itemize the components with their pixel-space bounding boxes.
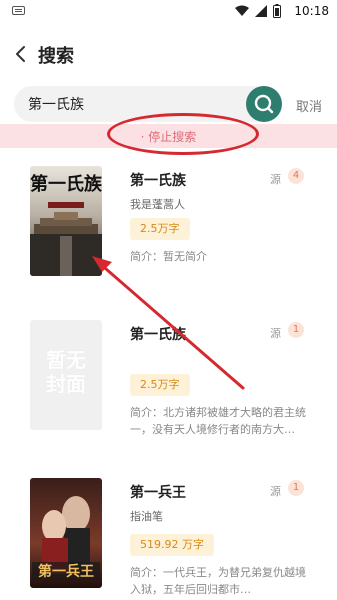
result-item[interactable]: 第一兵王 第一兵王 源 1 指油笔 519.92 万字 简介：一代兵王，为替兄弟… <box>0 478 337 600</box>
book-title: 第一氏族 <box>130 173 186 189</box>
result-item[interactable]: 暂无封面 第一氏族 源 1 2.5万字 简介：北方诸邦被雄才大略的君主统一，没有… <box>0 320 337 470</box>
book-intro: 简介：暂无简介 <box>130 250 207 263</box>
book-author: 我是蓬蒿人 <box>130 198 185 211</box>
book-title: 第一氏族 <box>130 327 186 343</box>
book-intro: 简介：一代兵王，为替兄弟复仇越境入狱，五年后回归都市… <box>130 566 306 596</box>
svg-text:第一兵王: 第一兵王 <box>38 563 94 580</box>
source-label: 源 <box>270 485 281 498</box>
status-bar: 10:18 <box>0 0 337 24</box>
word-count-badge: 2.5万字 <box>130 218 190 240</box>
signal-icon <box>255 5 267 17</box>
search-input[interactable] <box>28 92 238 116</box>
book-cover: 暂无封面 <box>30 320 102 430</box>
status-time: 10:18 <box>294 4 329 18</box>
book-cover: 第一氏族 <box>30 166 102 276</box>
source-label: 源 <box>270 327 281 340</box>
search-button[interactable] <box>246 86 282 122</box>
chevron-left-icon <box>16 46 25 62</box>
word-count-badge: 2.5万字 <box>130 374 190 396</box>
cancel-button[interactable]: 取消 <box>296 96 322 115</box>
svg-text:第一氏族: 第一氏族 <box>30 173 102 195</box>
annotation-circle <box>107 113 259 155</box>
book-author: 指油笔 <box>130 510 163 523</box>
back-button[interactable] <box>10 40 34 68</box>
book-cover: 第一兵王 <box>30 478 102 588</box>
status-icons <box>235 4 281 18</box>
source-label: 源 <box>270 173 281 186</box>
header: 搜索 <box>0 36 337 72</box>
book-intro: 简介：北方诸邦被雄才大略的君主统一，没有天人境修行者的南方大… <box>130 406 306 436</box>
battery-icon <box>273 4 281 18</box>
search-icon <box>254 94 274 114</box>
cover-placeholder-text: 暂无封面 <box>46 348 86 396</box>
book-title: 第一兵王 <box>130 485 186 501</box>
word-count-badge: 519.92 万字 <box>130 534 214 556</box>
wifi-icon <box>235 5 249 16</box>
page-title: 搜索 <box>38 46 74 67</box>
source-count-badge: 1 <box>288 322 304 338</box>
result-item[interactable]: 第一氏族 第一氏族 源 4 我是蓬蒿人 2.5万字 简介：暂无简介 <box>0 166 337 316</box>
source-count-badge: 4 <box>288 168 304 184</box>
source-count-badge: 1 <box>288 480 304 496</box>
keyboard-icon <box>12 6 25 15</box>
